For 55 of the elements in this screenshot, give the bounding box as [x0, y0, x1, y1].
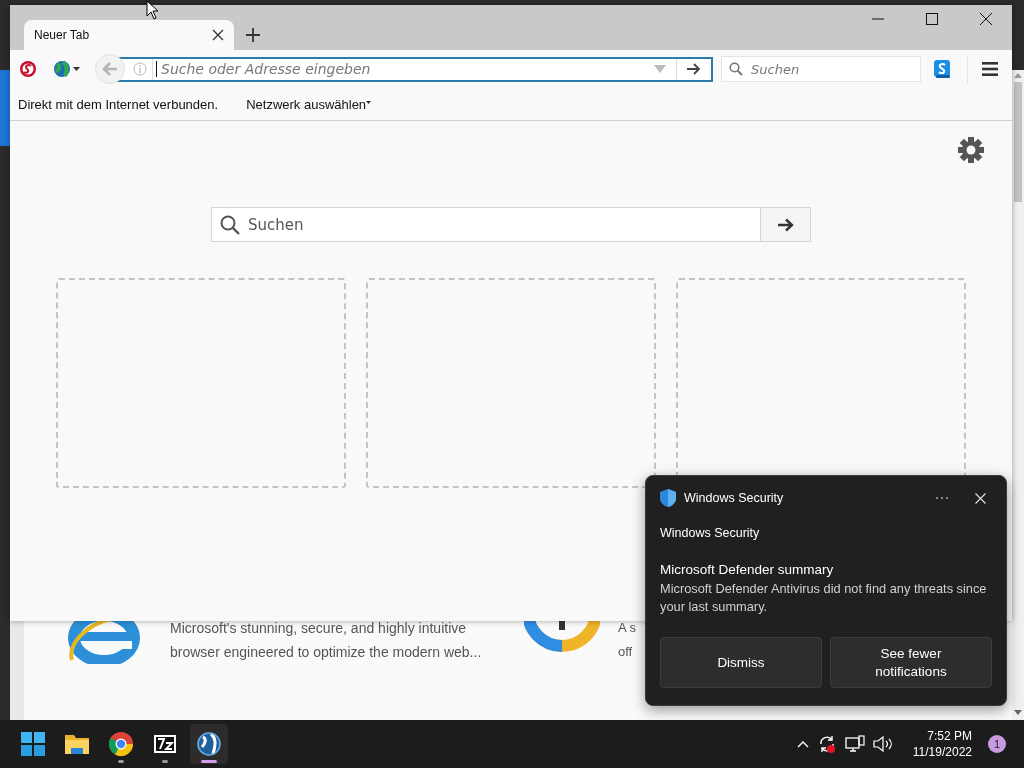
more-icon[interactable]	[935, 496, 949, 500]
extension-s-icon[interactable]	[934, 60, 950, 78]
maximize-icon[interactable]	[926, 13, 938, 25]
description-text: Microsoft's stunning, secure, and highly intuitive browser engineered to optimize the modern web...	[170, 619, 483, 662]
settings-icon[interactable]	[958, 137, 984, 163]
attribution-text: Windows Security	[660, 526, 761, 540]
tab[interactable]: Neuer Tab	[24, 20, 234, 50]
description-text: A s off	[618, 619, 638, 661]
search-input[interactable]: Suchen	[246, 214, 760, 235]
scroll-up-icon	[1014, 72, 1022, 78]
back-arrow-icon	[102, 62, 118, 76]
scroll-thumb[interactable]	[1014, 82, 1022, 202]
action-button[interactable]: See fewer notifications	[830, 637, 992, 688]
notification-badge[interactable]: 1	[988, 735, 1006, 753]
info-icon	[133, 62, 147, 76]
plus-icon[interactable]	[246, 28, 260, 42]
app-name: Windows Security	[684, 491, 784, 505]
empty-tile[interactable]	[56, 278, 346, 488]
clock[interactable]: 7:52 PM 11/19/2022	[912, 728, 972, 760]
search-bar[interactable]: Suchen	[211, 207, 811, 242]
speaker-icon[interactable]	[872, 736, 893, 752]
network-icon[interactable]	[844, 735, 865, 753]
close-icon[interactable]	[212, 29, 224, 41]
tab-title: Neuer Tab	[34, 28, 91, 42]
connection-status: Direkt mit dem Internet verbunden.	[18, 96, 219, 112]
address-bar[interactable]: Suche oder Adresse eingeben	[115, 56, 713, 82]
scrollbar[interactable]	[1012, 70, 1024, 720]
close-icon[interactable]	[980, 13, 992, 25]
go-arrow-icon[interactable]	[687, 63, 701, 75]
taskbar-app[interactable]	[190, 724, 228, 764]
notification-title: Microsoft Defender summary	[660, 562, 835, 577]
menu-icon[interactable]	[982, 62, 998, 76]
search-bar[interactable]: Suchen	[721, 56, 921, 82]
chrome-icon	[107, 730, 135, 758]
address-input[interactable]: Suche oder Adresse eingeben	[156, 61, 644, 77]
notification-body: Microsoft Defender Antivirus did not find any threats since your last summary.	[660, 580, 988, 616]
go-button[interactable]	[760, 208, 810, 241]
search-input[interactable]: Suchen	[749, 60, 920, 78]
running-indicator	[118, 760, 124, 763]
stop-s-icon[interactable]	[19, 60, 37, 78]
action-button[interactable]: Dismiss	[660, 637, 822, 688]
search-icon	[220, 214, 240, 235]
search-icon	[729, 62, 743, 76]
shield-icon	[660, 489, 676, 507]
running-indicator	[201, 760, 217, 763]
globe-icon	[195, 730, 223, 758]
start-icon	[19, 730, 47, 758]
scroll-down-icon	[1014, 710, 1022, 716]
globe-dropdown-icon[interactable]	[53, 60, 81, 78]
chevron-up-icon[interactable]	[796, 740, 809, 748]
cursor-icon	[146, 0, 160, 20]
arrow-right-icon	[777, 217, 794, 232]
caret-icon	[366, 100, 372, 104]
running-indicator	[162, 760, 168, 763]
network-menu[interactable]: Netzwerk auswählen	[246, 96, 372, 112]
